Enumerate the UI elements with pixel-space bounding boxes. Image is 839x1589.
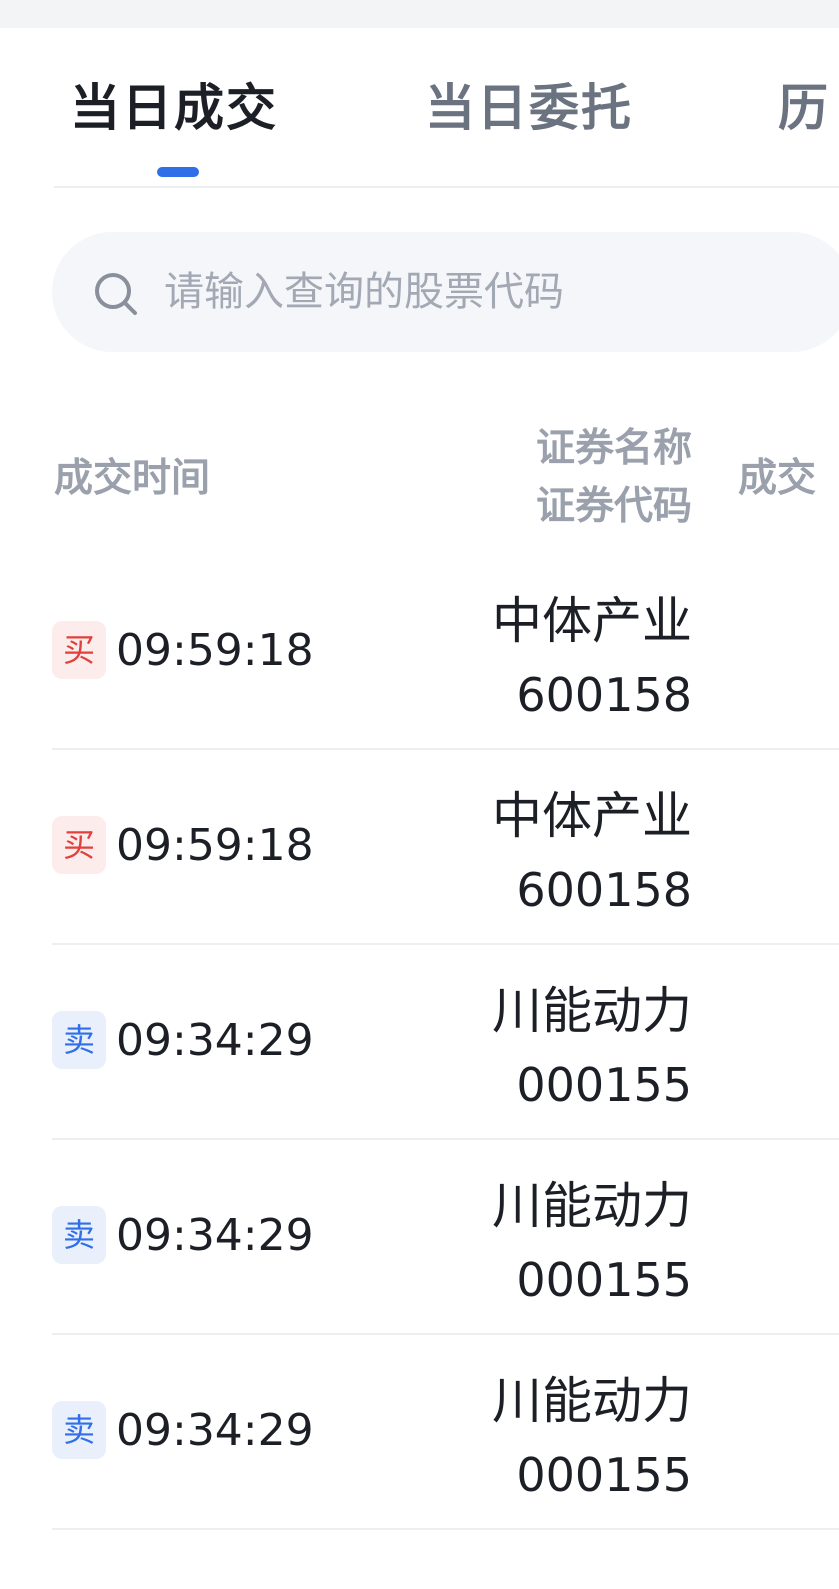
sell-badge: 卖: [52, 1011, 106, 1069]
security-code: 600158: [516, 668, 692, 722]
security-name: 中体产业: [492, 592, 692, 650]
deal-time: 09:59:18: [116, 625, 314, 676]
security-name: 中体产业: [492, 787, 692, 845]
buy-badge: 买: [52, 621, 106, 679]
security-code: 000155: [516, 1253, 692, 1307]
buy-badge: 买: [52, 816, 106, 874]
table-header: 成交时间 证券名称 证券代码 成交: [0, 420, 839, 540]
table-row[interactable]: 卖 09:34:29 川能动力 000155: [0, 1140, 839, 1335]
deal-list: 买 09:59:18 中体产业 600158 买 09:59:18 中体产业 6…: [0, 555, 839, 1530]
status-bar: [0, 0, 839, 28]
deal-time: 09:34:29: [116, 1210, 314, 1261]
divider: [54, 186, 839, 188]
security-code: 600158: [516, 863, 692, 917]
security-name: 川能动力: [492, 982, 692, 1040]
column-header-time: 成交时间: [54, 456, 211, 501]
security-code: 000155: [516, 1448, 692, 1502]
search-bar[interactable]: [52, 232, 839, 352]
column-header-code: 证券代码: [535, 484, 692, 529]
sell-badge: 卖: [52, 1206, 106, 1264]
tab-today-deals[interactable]: 当日成交: [70, 78, 278, 138]
deal-time: 09:34:29: [116, 1015, 314, 1066]
active-tab-indicator: [157, 167, 199, 177]
security-code: 000155: [516, 1058, 692, 1112]
column-header-security: 证券名称 证券代码: [536, 420, 692, 536]
security-name: 川能动力: [492, 1177, 692, 1235]
table-row[interactable]: 买 09:59:18 中体产业 600158: [0, 750, 839, 945]
column-header-name: 证券名称: [535, 426, 692, 471]
tab-today-orders[interactable]: 当日委托: [425, 78, 633, 138]
table-row[interactable]: 卖 09:34:29 川能动力 000155: [0, 945, 839, 1140]
tab-bar: 当日成交 当日委托 历: [0, 28, 839, 188]
search-input[interactable]: [164, 262, 804, 322]
search-icon: [95, 273, 137, 315]
deal-time: 09:59:18: [116, 820, 314, 871]
table-row[interactable]: 卖 09:34:29 川能动力 000155: [0, 1335, 839, 1530]
tab-history[interactable]: 历: [778, 78, 830, 138]
table-row[interactable]: 买 09:59:18 中体产业 600158: [0, 555, 839, 750]
deal-time: 09:34:29: [116, 1405, 314, 1456]
sell-badge: 卖: [52, 1401, 106, 1459]
column-header-deal: 成交: [738, 456, 817, 501]
security-name: 川能动力: [492, 1372, 692, 1430]
